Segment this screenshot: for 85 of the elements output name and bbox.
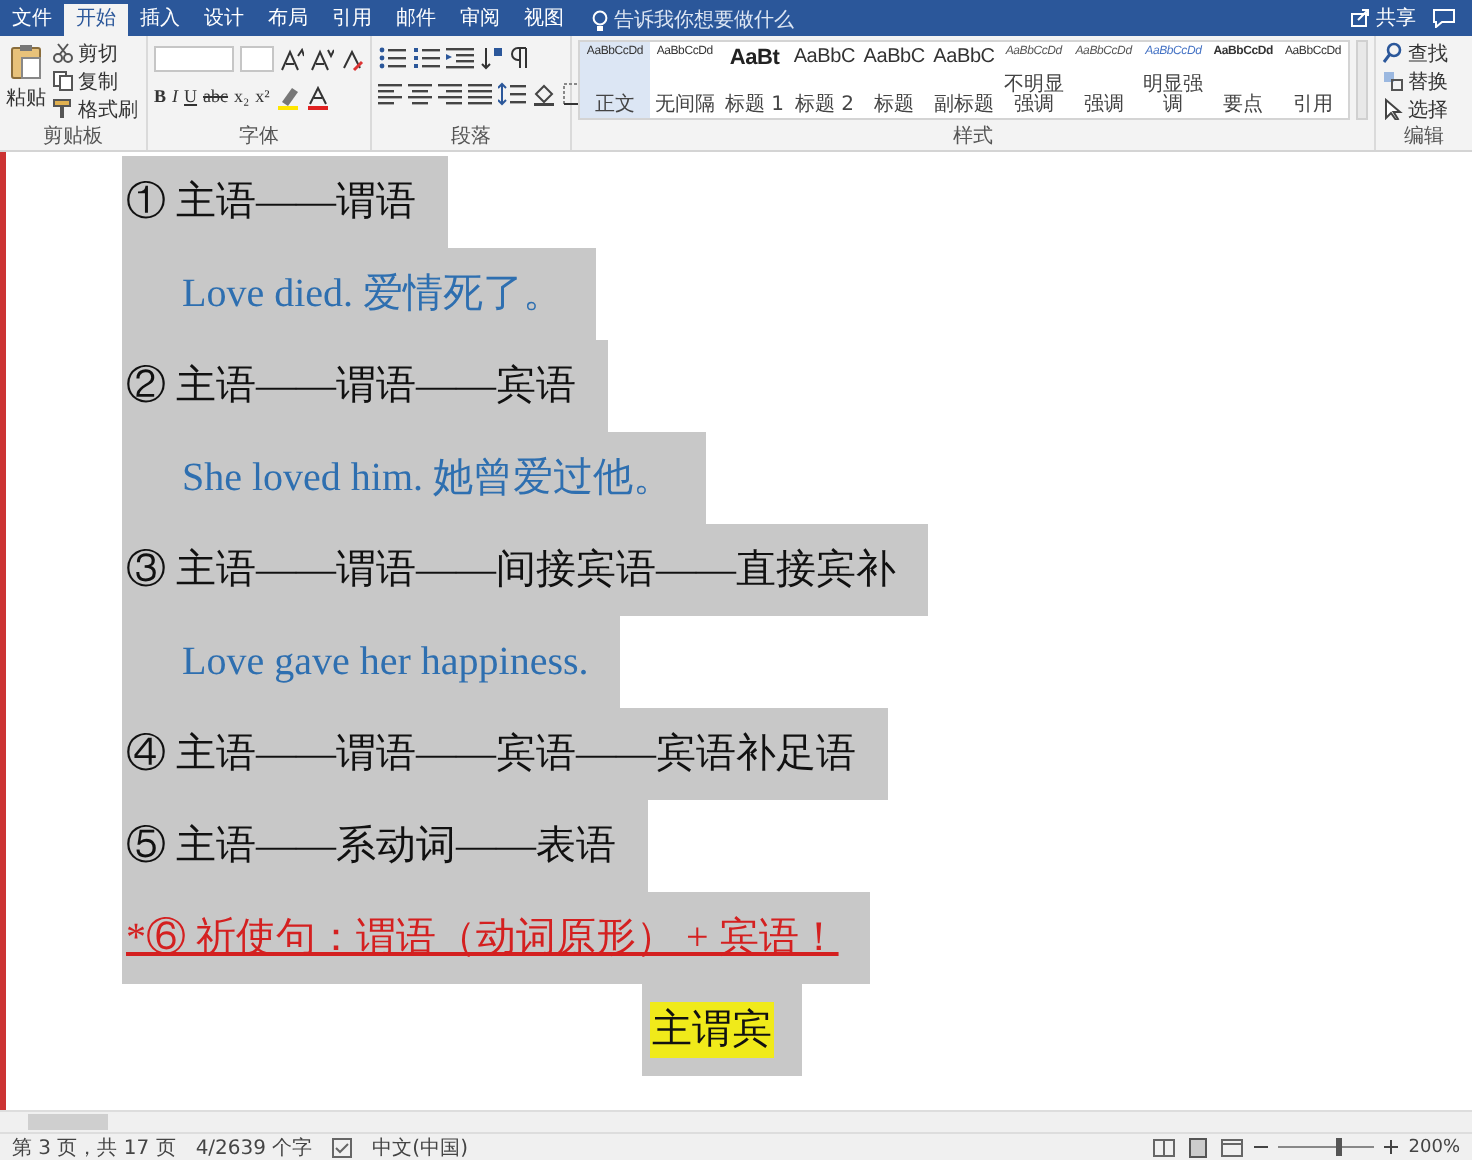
style-option[interactable]: AaBbC 标题 2 xyxy=(789,42,860,118)
lightbulb-icon xyxy=(592,9,608,31)
ribbon-tab[interactable]: 视图 xyxy=(512,4,576,36)
style-option[interactable]: AaBbC 标题 xyxy=(859,42,930,118)
group-label: 字体 xyxy=(237,126,281,150)
format-button[interactable]: x² xyxy=(255,84,270,110)
clipboard-icon xyxy=(10,44,42,80)
format-button[interactable]: abc xyxy=(203,84,229,110)
shrink-font-icon[interactable] xyxy=(310,47,334,71)
horizontal-scrollbar[interactable] xyxy=(0,1110,1472,1132)
highlighter-icon[interactable] xyxy=(275,85,300,109)
group-label: 剪贴板 xyxy=(41,126,105,150)
sentence-pattern: ④ 主语——谓语——宾语——宾语补足语 xyxy=(122,708,888,800)
format-button[interactable]: I xyxy=(172,84,179,110)
group-label: 段落 xyxy=(449,126,493,150)
find-button[interactable]: 查找 xyxy=(1382,40,1448,66)
format-button[interactable]: U xyxy=(184,84,198,110)
font-size-field[interactable] xyxy=(240,46,274,72)
word-count[interactable]: 4/2639 个字 xyxy=(195,1133,313,1160)
ribbon-tab[interactable]: 邮件 xyxy=(384,4,448,36)
justify-icon[interactable] xyxy=(468,82,492,106)
ribbon-tab[interactable]: 布局 xyxy=(256,4,320,36)
group-label: 编辑 xyxy=(1402,126,1446,150)
proofing-icon[interactable] xyxy=(332,1137,353,1157)
paintbrush-icon xyxy=(52,98,74,120)
language[interactable]: 中文(中国) xyxy=(372,1133,468,1160)
group-label: 样式 xyxy=(951,126,995,150)
example-sentence: She loved him. 她曾爱过他。 xyxy=(122,432,706,524)
highlighted-text: 主谓宾 xyxy=(650,1002,774,1058)
select-button[interactable]: 选择 xyxy=(1382,96,1448,122)
scroll-thumb[interactable] xyxy=(28,1114,108,1130)
clear-format-icon[interactable] xyxy=(340,47,364,71)
sentence-pattern: ① 主语——谓语 xyxy=(122,156,448,248)
align-center-icon[interactable] xyxy=(408,82,432,106)
align-right-icon[interactable] xyxy=(438,82,462,106)
font-name-field[interactable] xyxy=(154,46,235,72)
tell-me-text: 告诉我你想要做什么 xyxy=(614,7,794,34)
zoom-level[interactable]: 200% xyxy=(1408,1137,1460,1157)
replace-icon xyxy=(1382,70,1404,92)
ribbon-tab[interactable]: 设计 xyxy=(192,4,256,36)
scissors-icon xyxy=(52,42,74,64)
comment-icon[interactable] xyxy=(1432,8,1456,28)
numbered-list-icon[interactable] xyxy=(412,46,440,70)
line-spacing-icon[interactable] xyxy=(498,82,526,106)
ribbon-tab[interactable]: 文件 xyxy=(0,4,64,36)
search-icon xyxy=(1382,42,1404,64)
zoom-out-icon[interactable] xyxy=(1254,1140,1269,1154)
sentence-pattern: ② 主语——谓语——宾语 xyxy=(122,340,608,432)
zoom-in-icon[interactable] xyxy=(1384,1140,1399,1154)
sentence-pattern: ③ 主语——谓语——间接宾语——直接宾补 xyxy=(122,524,928,616)
shading-icon[interactable] xyxy=(532,82,556,106)
sort-icon[interactable] xyxy=(480,46,504,70)
tell-me-search[interactable]: 告诉我你想要做什么 xyxy=(592,4,794,36)
example-sentence: Love gave her happiness. xyxy=(122,616,621,708)
web-layout-icon[interactable] xyxy=(1220,1137,1245,1157)
align-left-icon[interactable] xyxy=(378,82,402,106)
replace-button[interactable]: 替换 xyxy=(1382,68,1448,94)
ribbon-tab[interactable]: 审阅 xyxy=(448,4,512,36)
share-icon xyxy=(1350,8,1370,28)
print-layout-icon[interactable] xyxy=(1186,1137,1211,1157)
ribbon-tab[interactable]: 插入 xyxy=(128,4,192,36)
zoom-slider-thumb[interactable] xyxy=(1336,1138,1343,1156)
ribbon-tab[interactable]: 开始 xyxy=(64,4,128,36)
paste-button[interactable]: 粘贴 xyxy=(6,40,46,126)
example-sentence: Love died. 爱情死了。 xyxy=(122,248,596,340)
format-painter-button[interactable]: 格式刷 xyxy=(52,96,138,122)
format-button[interactable]: B xyxy=(154,84,167,110)
style-option[interactable]: AaBbC 副标题 xyxy=(929,42,999,118)
copy-button[interactable]: 复制 xyxy=(52,68,138,94)
read-mode-icon[interactable] xyxy=(1152,1137,1177,1157)
page-count[interactable]: 第 3 页，共 17 页 xyxy=(12,1133,176,1160)
grow-font-icon[interactable] xyxy=(280,47,304,71)
ribbon-tab[interactable]: 引用 xyxy=(320,4,384,36)
share-button[interactable]: 共享 xyxy=(1350,4,1416,32)
indent-icon[interactable] xyxy=(446,46,474,70)
format-button[interactable]: x₂ xyxy=(234,84,250,110)
pointer-icon xyxy=(1382,98,1404,120)
copy-icon xyxy=(52,70,74,92)
sentence-pattern: ⑤ 主语——系动词——表语 xyxy=(122,800,648,892)
bullet-list-icon[interactable] xyxy=(378,46,406,70)
font-color-icon[interactable] xyxy=(305,85,330,109)
gallery-scrollbar[interactable] xyxy=(1356,40,1368,120)
paragraph-mark-icon[interactable] xyxy=(510,46,530,70)
cut-button[interactable]: 剪切 xyxy=(52,40,138,66)
style-option[interactable]: AaBt 标题 1 xyxy=(719,42,790,118)
